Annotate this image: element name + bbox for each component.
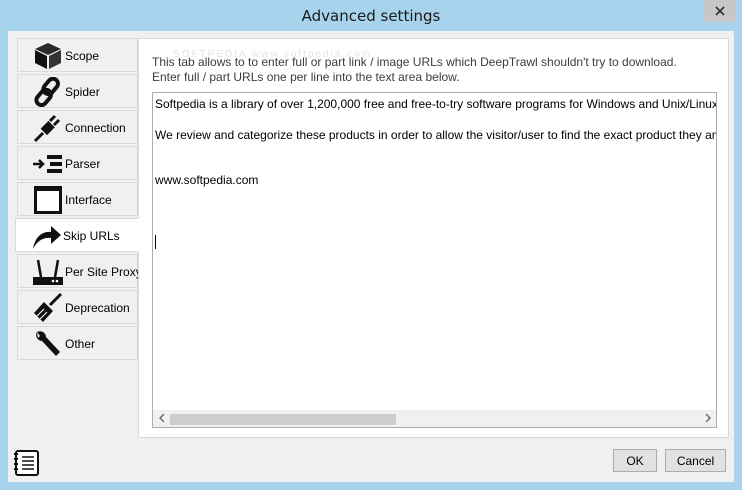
- tab-spider[interactable]: Spider: [17, 74, 138, 108]
- tab-label-parser: Parser: [65, 157, 101, 171]
- horizontal-scrollbar[interactable]: [153, 410, 716, 427]
- title-bar[interactable]: Advanced settings: [0, 0, 742, 30]
- intro-line-2: Enter full / part URLs one per line into…: [152, 70, 460, 84]
- tab-label-skip-urls: Skip URLs: [63, 229, 120, 243]
- notes-icon: [14, 450, 40, 480]
- tab-label-per-site-proxy: Per Site Proxy: [65, 265, 142, 279]
- advanced-settings-window: Advanced settings Scope Spider Connectio…: [0, 0, 742, 490]
- tab-label-deprecation: Deprecation: [65, 301, 130, 315]
- close-icon: [715, 6, 725, 16]
- tab-label-connection: Connection: [65, 121, 126, 135]
- textarea-content[interactable]: Softpedia is a library of over 1,200,000…: [155, 97, 716, 189]
- tab-parser[interactable]: Parser: [17, 146, 138, 180]
- tab-deprecation[interactable]: Deprecation: [17, 290, 138, 324]
- parser-arrow-icon: [32, 149, 64, 179]
- window-title: Advanced settings: [301, 7, 441, 25]
- tab-connection[interactable]: Connection: [17, 110, 138, 144]
- broom-icon: [32, 292, 64, 323]
- tab-label-spider: Spider: [65, 85, 100, 99]
- curved-arrow-icon: [30, 221, 62, 251]
- tab-interface[interactable]: Interface: [17, 182, 138, 216]
- tab-scope[interactable]: Scope: [17, 38, 138, 72]
- window-icon: [32, 185, 64, 215]
- panel-intro: This tab allows to to enter full or part…: [152, 55, 677, 85]
- router-icon: [32, 257, 64, 287]
- ok-button[interactable]: OK: [613, 449, 657, 472]
- skip-urls-textarea[interactable]: Softpedia is a library of over 1,200,000…: [152, 92, 717, 428]
- settings-tab-list: Scope Spider Connection Parser Interface…: [15, 38, 142, 362]
- scroll-thumb[interactable]: [170, 414, 396, 425]
- skip-urls-panel: SOFTPEDIA www.softpedia.com This tab all…: [138, 38, 729, 438]
- cancel-button[interactable]: Cancel: [665, 449, 726, 472]
- tab-other[interactable]: Other: [17, 326, 138, 360]
- tab-label-interface: Interface: [65, 193, 112, 207]
- notes-button[interactable]: [14, 449, 40, 477]
- chevron-left-icon: [158, 413, 165, 425]
- plug-icon: [32, 113, 64, 143]
- tab-skip-urls[interactable]: Skip URLs: [15, 218, 139, 252]
- dialog-client: Scope Spider Connection Parser Interface…: [8, 31, 734, 482]
- tab-per-site-proxy[interactable]: Per Site Proxy: [17, 254, 142, 288]
- text-caret: [155, 235, 156, 249]
- chain-link-icon: [32, 76, 64, 108]
- close-button[interactable]: [704, 0, 736, 22]
- tab-label-other: Other: [65, 337, 96, 351]
- scroll-right-button[interactable]: [699, 411, 716, 427]
- intro-line-1: This tab allows to to enter full or part…: [152, 55, 677, 69]
- wrench-icon: [32, 329, 64, 359]
- chevron-right-icon: [705, 413, 711, 425]
- scroll-left-button[interactable]: [153, 411, 170, 427]
- cube-icon: [32, 41, 64, 71]
- tab-label-scope: Scope: [65, 49, 100, 63]
